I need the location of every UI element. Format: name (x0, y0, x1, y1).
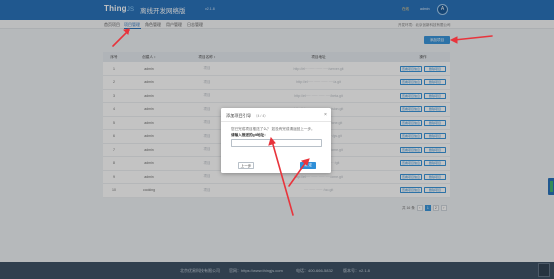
dialog-title: 添加项目引导 (226, 113, 252, 118)
dialog-divider (221, 121, 331, 122)
add-project-guide-dialog: 添加项目引导 （4 / 4） × 您已完成项目推送了么？ 如没有完成请返回上一步… (221, 108, 331, 173)
close-icon[interactable]: × (324, 112, 327, 118)
dialog-question: 您已完成项目推送了么？ 如没有完成请返回上一步。 (231, 127, 315, 131)
git-url-label: 请输入推送的git地址： (231, 133, 268, 137)
dialog-step-indicator: （4 / 4） (254, 113, 268, 118)
git-url-input[interactable] (231, 139, 322, 147)
confirm-button[interactable]: 确 定 (300, 162, 316, 169)
previous-step-button[interactable]: 上一步 (238, 162, 254, 169)
